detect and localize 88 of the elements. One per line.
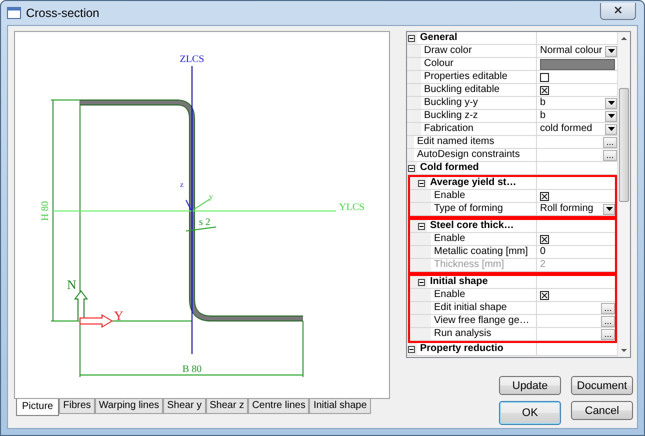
property-label: Enable [431,289,537,301]
collapse-icon[interactable] [418,180,425,186]
property-label: Thickness [mm] [431,259,537,271]
dropdown-value: Roll forming [540,203,594,215]
property-label: Buckling z-z [421,110,537,122]
collapse-icon[interactable] [408,34,415,42]
category-label: Average yield st… [427,177,537,189]
property-label: Fabrication [421,123,537,135]
caret-icon [608,114,614,118]
ellipsis-button[interactable]: ... [601,316,615,326]
dropdown-value: b [540,97,546,109]
property-label: View free flange ge… [431,315,537,327]
ellipsis-button[interactable]: ... [603,150,617,160]
property-label: Enable [431,233,537,245]
dropdown-button[interactable] [605,98,617,108]
caret-icon [608,101,614,105]
tab[interactable]: Picture [16,399,60,416]
tab[interactable]: Warping lines [94,399,164,414]
property-label: Properties editable [421,71,537,83]
collapse-icon[interactable] [408,164,415,172]
extension-line [302,320,304,378]
dialog-button[interactable]: Document [571,376,633,395]
property-label: Type of forming [431,203,537,215]
property-label: AutoDesign constraints [414,149,537,161]
dropdown-button[interactable] [605,124,617,134]
collapse-icon[interactable] [418,222,425,230]
property-label: Edit named items [414,136,537,148]
height-dimension-label: H 80 [40,201,51,221]
leader-line [186,226,216,232]
ellipsis-button[interactable]: ... [601,302,615,314]
y-axis-label: YLCS [339,202,365,213]
tab[interactable]: Fibres [59,399,95,414]
width-dimension-label: B 80 [182,364,202,375]
origin-z-label: N [67,277,76,292]
ellipsis-button[interactable]: ... [603,136,617,148]
scrollbar[interactable] [617,32,630,357]
collapse-icon[interactable] [408,346,415,352]
y-direction-arrow-icon [80,314,113,328]
local-z-axis-line [186,200,192,210]
tab[interactable]: Initial shape [309,399,371,414]
origin-y-label: Y [114,308,124,323]
ellipsis-button[interactable]: ... [601,328,615,340]
checkbox[interactable] [540,192,549,200]
category-label: Cold formed [417,162,537,174]
property-label: Run analysis [431,328,537,340]
z-direction-arrow-icon [74,290,88,322]
property-label: Buckling editable [421,84,537,96]
property-label: Colour [421,58,537,70]
dropdown-button[interactable] [605,110,617,122]
value-field[interactable]: 0 [540,246,546,258]
local-z-label: z [180,180,184,189]
property-label: Buckling y-y [421,97,537,109]
property-label: Draw color [421,45,537,57]
caret-icon [608,49,614,53]
caret-icon [608,127,614,131]
dialog-button[interactable]: Cancel [571,401,633,420]
property-label: Edit initial shape [431,302,537,314]
dropdown-button[interactable] [603,204,615,214]
tab[interactable]: Shear y [163,399,206,414]
local-y-label: y [209,192,213,201]
dialog-button[interactable]: OK [499,401,561,425]
category-label: General [417,32,537,44]
dropdown-value: b [540,110,546,122]
checkbox[interactable] [540,72,549,82]
thickness-label: s 2 [199,217,210,228]
local-y-axis-line [192,198,210,210]
dropdown-button[interactable] [605,46,617,56]
caret-icon [606,207,612,211]
tab[interactable]: Centre lines [248,399,310,414]
window-icon [7,7,21,19]
dropdown-value: Normal colour [540,45,602,57]
checkbox[interactable] [540,234,549,244]
tab[interactable]: Shear z [206,399,248,414]
checkbox[interactable] [540,290,549,300]
property-label: Metallic coating [mm] [431,246,537,258]
window-title: Cross-section [26,6,100,20]
z-axis-label: ZLCS [180,54,204,65]
property-label: Enable [431,190,537,202]
category-label: Steel core thick… [427,220,537,232]
color-swatch[interactable] [540,58,615,70]
category-label: Property reductio [417,343,537,355]
scrollbar-thumb[interactable] [619,88,629,202]
category-label: Initial shape [427,276,537,288]
checkbox[interactable] [540,86,549,94]
dialog-button[interactable]: Update [499,376,561,395]
collapse-icon[interactable] [418,278,425,286]
dropdown-value: cold formed [540,123,592,135]
close-button[interactable]: ✕ [600,2,636,20]
